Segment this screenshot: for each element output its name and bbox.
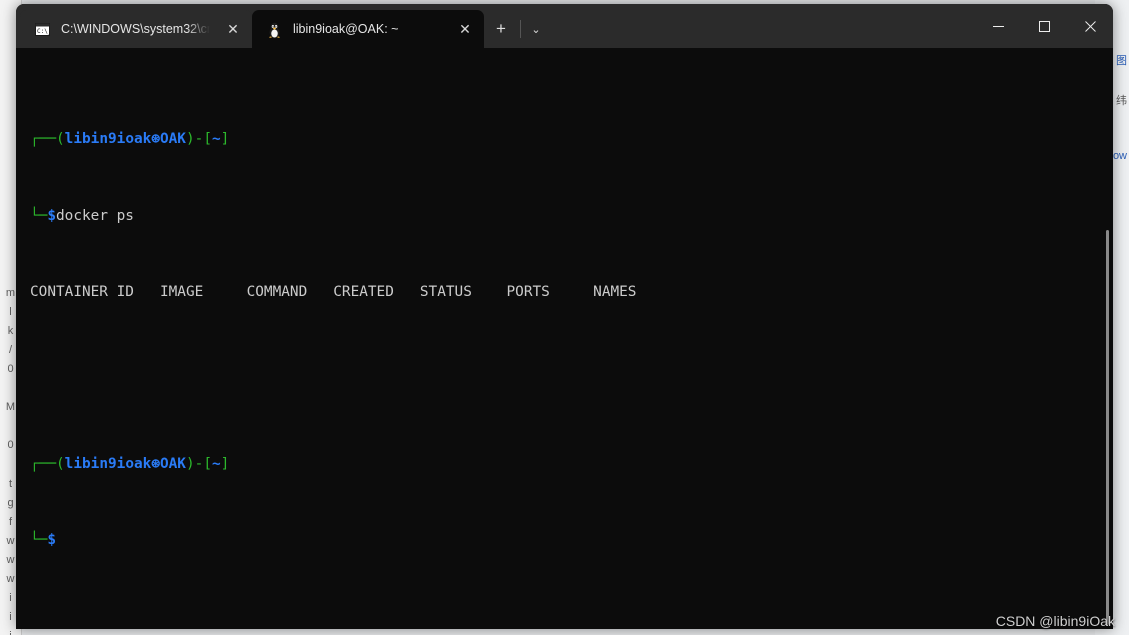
prompt-hostname: OAK [160,131,186,147]
tab-close-button[interactable]: ✕ [452,16,478,42]
command-text: docker ps [56,208,134,224]
prompt-deco: ┌── [30,131,56,147]
prompt-open-bracket: [ [203,131,212,147]
csdn-watermark: CSDN @libin9iOak [996,613,1115,629]
blank-line [30,360,1113,379]
terminal-window: C:\_ C:\WINDOWS\system32\cmd.e ✕ [16,4,1113,629]
prompt-open-bracket: [ [203,456,212,472]
prompt-username: libin9ioak [65,131,152,147]
kali-logo-icon: ⊛ [151,456,160,472]
new-tab-button[interactable]: + [484,12,518,46]
chevron-down-icon[interactable]: ⌄ [523,12,549,46]
tab-kali-terminal[interactable]: libin9ioak@OAK: ~ ✕ [252,10,484,48]
tab-separator [520,20,521,38]
prompt-close-bracket: ] [221,131,230,147]
tux-penguin-icon [266,21,283,38]
prompt-line-top: ┌──(libin9ioak⊛OAK)-[~] [30,130,1113,149]
prompt-close-bracket: ] [221,456,230,472]
prompt-open-paren: ( [56,131,65,147]
prompt-line-top: ┌──(libin9ioak⊛OAK)-[~] [30,455,1113,474]
prompt-path: ~ [212,456,221,472]
tab-strip: C:\_ C:\WINDOWS\system32\cmd.e ✕ [16,4,1113,48]
prompt-line-command: └─$docker ps [30,207,1113,226]
window-caption-buttons [975,4,1113,48]
prompt-deco-bottom: └─ [30,532,47,548]
terminal-output-area[interactable]: ┌──(libin9ioak⊛OAK)-[~] └─$docker ps CON… [16,48,1113,629]
prompt-dollar: $ [47,208,56,224]
tab-cmd[interactable]: C:\_ C:\WINDOWS\system32\cmd.e ✕ [20,10,252,48]
prompt-line-command: └─$ [30,531,1113,550]
prompt-hostname: OAK [160,456,186,472]
prompt-open-paren: ( [56,456,65,472]
close-button[interactable] [1067,4,1113,48]
output-line: docker pull plantuml/plantuml-server [30,627,1113,629]
svg-text:C:\_: C:\_ [37,28,50,35]
prompt-username: libin9ioak [65,456,152,472]
prompt-path: ~ [212,131,221,147]
maximize-button[interactable] [1021,4,1067,48]
prompt-close-paren: ) [186,131,195,147]
docker-ps-header: CONTAINER ID IMAGE COMMAND CREATED STATU… [30,283,1113,302]
tab-title: libin9ioak@OAK: ~ [293,22,442,36]
tab-title: C:\WINDOWS\system32\cmd.e [61,22,210,36]
terminal-scrollbar[interactable] [1106,230,1109,625]
prompt-deco: ┌── [30,456,56,472]
kali-logo-icon: ⊛ [151,131,160,147]
tab-close-button[interactable]: ✕ [220,16,246,42]
cmd-icon: C:\_ [34,21,51,38]
prompt-dollar: $ [47,532,56,548]
minimize-button[interactable] [975,4,1021,48]
prompt-close-paren: ) [186,456,195,472]
prompt-deco-bottom: └─ [30,208,47,224]
